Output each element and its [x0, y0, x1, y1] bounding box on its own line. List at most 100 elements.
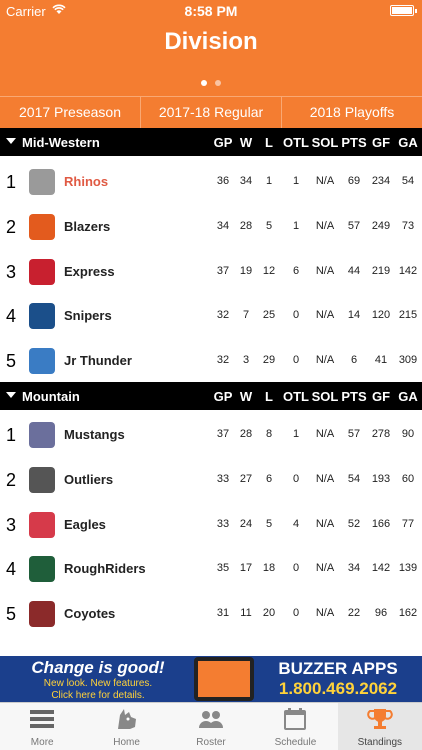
column-header-w[interactable]: W — [236, 389, 256, 404]
stat-gf: 120 — [371, 309, 391, 322]
team-name[interactable]: Outliers — [64, 472, 113, 487]
tab-label: Roster — [196, 737, 226, 748]
team-row[interactable]: 2 Outliers 33 27 6 0 N/A 54 193 60 — [0, 458, 422, 502]
tab-label: Home — [113, 737, 140, 748]
stat-gp: 33 — [216, 517, 230, 530]
column-header-sol[interactable]: SOL — [310, 389, 340, 404]
team-name[interactable]: Eagles — [64, 517, 106, 532]
stat-pts: 69 — [347, 175, 361, 187]
division-header[interactable]: Mountain GP W L OTL SOL PTS GF GA — [0, 382, 422, 410]
team-row[interactable]: 5 Jr Thunder 32 3 29 0 N/A 6 41 309 — [0, 339, 422, 383]
stat-pts: 34 — [347, 562, 361, 575]
team-row[interactable]: 4 RoughRiders 35 17 18 0 N/A 34 142 139 — [0, 547, 422, 591]
column-header-otl[interactable]: OTL — [282, 135, 310, 150]
stat-ga: 90 — [401, 428, 415, 440]
team-rank: 5 — [6, 604, 17, 625]
stat-otl: 1 — [292, 219, 300, 232]
team-row[interactable]: 5 Coyotes 31 11 20 0 N/A 22 96 162 — [0, 592, 422, 636]
stat-otl: 0 — [292, 472, 300, 485]
app-header: Carrier 8:58 PM Division — [0, 0, 422, 96]
ad-sub2: Click here for details. — [51, 690, 145, 701]
battery-icon — [390, 5, 417, 16]
stat-pts: 54 — [347, 472, 361, 485]
segment-playoffs[interactable]: 2018 Playoffs — [282, 97, 422, 128]
stat-l: 20 — [262, 607, 276, 620]
stat-gp: 32 — [216, 354, 230, 367]
team-name[interactable]: Snipers — [64, 308, 112, 323]
column-header-otl[interactable]: OTL — [282, 389, 310, 404]
stat-ga: 54 — [401, 175, 415, 187]
column-header-l[interactable]: L — [259, 389, 279, 404]
stat-gp: 37 — [216, 264, 230, 277]
column-header-sol[interactable]: SOL — [310, 135, 340, 150]
team-rank: 2 — [6, 216, 17, 237]
column-header-l[interactable]: L — [259, 135, 279, 150]
team-name[interactable]: Coyotes — [64, 606, 115, 621]
team-row[interactable]: 3 Eagles 33 24 5 4 N/A 52 166 77 — [0, 503, 422, 547]
column-header-w[interactable]: W — [236, 135, 256, 150]
page-indicator[interactable] — [0, 73, 422, 91]
page-dot[interactable] — [215, 80, 221, 86]
column-header-gf[interactable]: GF — [368, 135, 394, 150]
collapse-caret-icon[interactable] — [6, 138, 16, 144]
team-row[interactable]: 1 Rhinos 36 34 1 1 N/A 69 234 54 — [0, 160, 422, 204]
stat-gf: 142 — [371, 562, 391, 575]
column-header-pts[interactable]: PTS — [341, 389, 367, 404]
stat-w: 28 — [239, 219, 253, 232]
team-rank: 5 — [6, 351, 17, 372]
stat-l: 8 — [265, 428, 273, 440]
team-name[interactable]: Mustangs — [64, 427, 125, 442]
stat-sol: N/A — [315, 607, 335, 620]
menu-icon — [30, 710, 55, 728]
ad-headline: Change is good! — [31, 658, 165, 677]
tab-label: More — [30, 737, 54, 748]
stat-l: 29 — [262, 354, 276, 367]
column-header-gp[interactable]: GP — [210, 135, 236, 150]
tab-label: Schedule — [274, 737, 317, 748]
tab-schedule[interactable]: Schedule — [253, 703, 337, 750]
segment-regular[interactable]: 2017-18 Regular — [141, 97, 282, 128]
team-row[interactable]: 2 Blazers 34 28 5 1 N/A 57 249 73 — [0, 205, 422, 249]
column-header-pts[interactable]: PTS — [341, 135, 367, 150]
status-time: 8:58 PM — [184, 3, 238, 19]
stat-l: 6 — [265, 472, 273, 485]
team-row[interactable]: 4 Snipers 32 7 25 0 N/A 14 120 215 — [0, 294, 422, 338]
team-row[interactable]: 1 Mustangs 37 28 8 1 N/A 57 278 90 — [0, 413, 422, 457]
team-rank: 4 — [6, 306, 17, 327]
season-selector: 2017 Preseason 2017-18 Regular 2018 Play… — [0, 96, 422, 128]
column-header-gp[interactable]: GP — [210, 389, 236, 404]
team-name[interactable]: Blazers — [64, 219, 110, 234]
team-name[interactable]: RoughRiders — [64, 561, 146, 576]
stat-otl: 1 — [292, 428, 300, 440]
segment-preseason[interactable]: 2017 Preseason — [0, 97, 141, 128]
tab-more[interactable]: More — [0, 703, 84, 750]
page-dot-active[interactable] — [201, 80, 207, 86]
team-name[interactable]: Express — [64, 264, 115, 279]
ad-brand: BUZZER APPS — [278, 659, 398, 678]
mustang-icon — [29, 422, 55, 448]
stat-otl: 4 — [292, 517, 300, 530]
stat-w: 11 — [240, 607, 252, 620]
stat-sol: N/A — [315, 264, 335, 277]
division-name: Mid-Western — [22, 135, 100, 150]
tab-home[interactable]: Home — [84, 703, 168, 750]
stat-gp: 36 — [216, 175, 230, 187]
stat-pts: 57 — [347, 219, 361, 232]
collapse-caret-icon[interactable] — [6, 392, 16, 398]
team-rank: 4 — [6, 559, 17, 580]
team-row[interactable]: 3 Express 37 19 12 6 N/A 44 219 142 — [0, 250, 422, 294]
team-name[interactable]: Rhinos — [64, 174, 108, 189]
team-name[interactable]: Jr Thunder — [64, 353, 132, 368]
column-header-ga[interactable]: GA — [395, 389, 421, 404]
column-header-ga[interactable]: GA — [395, 135, 421, 150]
stat-ga: 215 — [398, 309, 418, 322]
stat-otl: 6 — [292, 264, 300, 277]
division-header[interactable]: Mid-Western GP W L OTL SOL PTS GF GA — [0, 128, 422, 156]
tab-standings[interactable]: Standings — [337, 703, 422, 750]
stat-gf: 278 — [371, 428, 391, 440]
outliers-icon — [29, 466, 55, 493]
tab-roster[interactable]: Roster — [169, 703, 253, 750]
ad-banner[interactable]: Change is good! New look. New features. … — [0, 656, 422, 702]
stat-gf: 219 — [371, 264, 391, 277]
column-header-gf[interactable]: GF — [368, 389, 394, 404]
